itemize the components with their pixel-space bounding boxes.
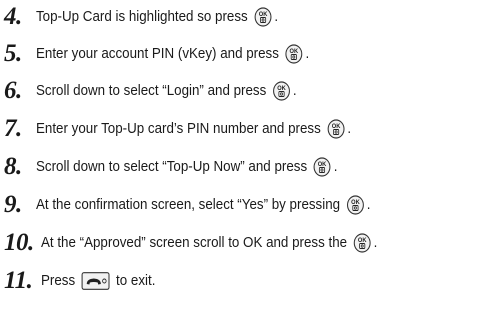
svg-text:OK: OK <box>290 48 299 55</box>
step-text: Scroll down to select “Login” and press <box>36 82 267 99</box>
step-punct: . <box>366 196 371 213</box>
step-tail: to exit. <box>116 272 156 289</box>
step-9: 9. At the confirmation screen, select “Y… <box>4 190 416 220</box>
step-8: 8. Scroll down to select “Top-Up Now” an… <box>4 152 379 182</box>
svg-text:OK: OK <box>332 123 341 130</box>
ok-key-icon: OK <box>353 233 371 253</box>
step-text: Enter your Top-Up card’s PIN number and … <box>36 120 321 137</box>
step-text: Top-Up Card is highlighted so press <box>36 8 248 25</box>
step-text: At the confirmation screen, select “Yes”… <box>36 196 341 213</box>
step-10: 10. At the “Approved” screen scroll to O… <box>4 228 423 258</box>
step-text: Enter your account PIN (vKey) and press <box>36 45 279 62</box>
step-number: 5. <box>4 40 22 67</box>
step-punct: . <box>333 158 338 175</box>
step-number: 6. <box>4 77 22 104</box>
step-punct: . <box>274 8 279 25</box>
ok-key-icon: OK <box>273 81 291 101</box>
step-number: 4. <box>4 3 22 30</box>
svg-text:OK: OK <box>259 11 268 18</box>
ok-key-icon: OK <box>327 119 345 139</box>
step-number: 7. <box>4 115 22 142</box>
step-5: 5. Enter your account PIN (vKey) and pre… <box>4 39 347 69</box>
step-text: At the “Approved” screen scroll to OK an… <box>41 234 348 251</box>
step-4: 4. Top-Up Card is highlighted so press O… <box>4 2 311 32</box>
step-punct: . <box>305 45 310 62</box>
step-11: 11. Press to exit. <box>4 266 171 296</box>
ok-key-icon: OK <box>346 195 364 215</box>
svg-text:OK: OK <box>358 237 367 244</box>
step-punct: . <box>292 82 297 99</box>
ok-key-icon: OK <box>254 7 272 27</box>
step-number: 8. <box>4 153 22 180</box>
step-text: Press <box>41 272 76 289</box>
step-number: 9. <box>4 191 22 218</box>
svg-text:OK: OK <box>351 199 360 206</box>
step-punct: . <box>373 234 378 251</box>
step-punct: . <box>347 120 352 137</box>
svg-text:OK: OK <box>277 85 286 92</box>
ok-key-icon: OK <box>313 157 332 177</box>
end-key-icon <box>81 272 110 290</box>
ok-key-icon: OK <box>285 44 303 64</box>
step-number: 10. <box>4 229 34 256</box>
step-number: 11. <box>4 267 33 294</box>
step-text: Scroll down to select “Top-Up Now” and p… <box>36 158 308 175</box>
svg-text:OK: OK <box>318 161 327 168</box>
step-7: 7. Enter your Top-Up card’s PIN number a… <box>4 114 394 144</box>
step-6: 6. Scroll down to select “Login” and pre… <box>4 76 332 106</box>
